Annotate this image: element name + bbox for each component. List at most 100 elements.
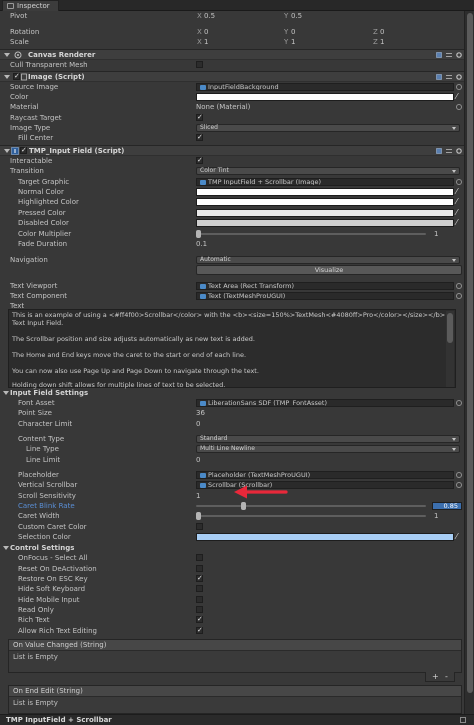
reset-checkbox[interactable] <box>196 565 203 572</box>
object-picker-icon[interactable] <box>456 472 462 478</box>
tab-inspector[interactable]: Inspector <box>2 0 59 11</box>
navigation-dropdown[interactable]: Automatic <box>196 256 460 264</box>
fold-arrow-icon[interactable] <box>4 53 10 57</box>
restore-checkbox[interactable]: ✓ <box>196 575 203 582</box>
read-only-checkbox[interactable] <box>196 606 203 613</box>
text-area-scrollbar[interactable] <box>446 311 454 387</box>
eyedropper-icon[interactable]: ⁄ <box>456 209 464 217</box>
fold-arrow-icon[interactable] <box>3 546 9 550</box>
scroll-sensitivity-value[interactable]: 1 <box>196 491 200 501</box>
caret-width-knob[interactable] <box>196 512 201 520</box>
disabled-color-field[interactable] <box>196 219 454 227</box>
rotation-y-field[interactable]: 0 <box>291 27 295 37</box>
object-picker-icon[interactable] <box>456 179 462 185</box>
fold-arrow-icon[interactable] <box>3 391 9 395</box>
eyedropper-icon[interactable]: ⁄ <box>456 219 464 227</box>
pivot-y-axis[interactable]: Y <box>284 11 288 21</box>
caret-blink-slider[interactable] <box>196 505 426 507</box>
rotation-z-field[interactable]: 0 <box>380 27 384 37</box>
scale-x-axis[interactable]: X <box>197 37 202 47</box>
color-multiplier-knob[interactable] <box>196 230 201 238</box>
fade-duration-value[interactable]: 0.1 <box>196 239 207 249</box>
color-multiplier-value[interactable]: 1 <box>434 229 438 239</box>
text-viewport-field[interactable]: Text Area (Rect Transform) <box>196 282 454 290</box>
selection-color-field[interactable] <box>196 533 454 541</box>
preset-sliders-icon[interactable] <box>446 148 452 154</box>
remove-event-button[interactable]: - <box>445 672 448 681</box>
line-limit-value[interactable]: 0 <box>196 455 200 465</box>
object-picker-icon[interactable] <box>456 104 462 110</box>
hide-soft-checkbox[interactable] <box>196 585 203 592</box>
scale-x-field[interactable]: 1 <box>204 37 208 47</box>
text-area-scroll-thumb[interactable] <box>447 313 453 343</box>
caret-width-value[interactable]: 1 <box>434 511 438 521</box>
help-book-icon[interactable] <box>436 148 442 154</box>
image-type-dropdown[interactable]: Sliced <box>196 124 460 132</box>
rotation-x-field[interactable]: 0 <box>204 27 208 37</box>
caret-blink-knob[interactable] <box>241 502 246 510</box>
gear-icon[interactable] <box>456 52 462 58</box>
line-type-dropdown[interactable]: Multi Line Newline <box>196 445 460 453</box>
fold-arrow-icon[interactable] <box>4 75 10 79</box>
char-limit-value[interactable]: 0 <box>196 419 200 429</box>
pivot-x-axis[interactable]: X <box>197 11 202 21</box>
image-header[interactable]: ✓ Image (Script) <box>0 71 464 82</box>
scale-y-field[interactable]: 1 <box>291 37 295 47</box>
source-image-field[interactable]: InputFieldBackground <box>196 83 454 91</box>
material-value[interactable]: None (Material) <box>196 102 250 112</box>
rotation-y-axis[interactable]: Y <box>284 27 288 37</box>
visualize-button[interactable]: Visualize <box>196 265 462 275</box>
inspector-scroll-thumb[interactable] <box>467 13 473 693</box>
onfocus-checkbox[interactable] <box>196 554 203 561</box>
preview-toggle-icon[interactable] <box>460 717 466 723</box>
gear-icon[interactable] <box>456 74 462 80</box>
help-book-icon[interactable] <box>436 74 442 80</box>
custom-caret-checkbox[interactable] <box>196 523 203 530</box>
eyedropper-icon[interactable]: ⁄ <box>456 533 464 541</box>
rotation-x-axis[interactable]: X <box>197 27 202 37</box>
hide-mobile-checkbox[interactable] <box>196 596 203 603</box>
point-size-value[interactable]: 36 <box>196 408 205 418</box>
placeholder-field[interactable]: Placeholder (TextMeshProUGUI) <box>196 471 454 479</box>
object-picker-icon[interactable] <box>456 482 462 488</box>
gear-icon[interactable] <box>456 148 462 154</box>
allow-rich-checkbox[interactable]: ✓ <box>196 627 203 634</box>
scale-y-axis[interactable]: Y <box>284 37 288 47</box>
preset-sliders-icon[interactable] <box>446 74 452 80</box>
control-settings-section[interactable]: Control Settings <box>0 543 464 553</box>
highlighted-color-field[interactable] <box>196 198 454 206</box>
font-asset-field[interactable]: LiberationSans SDF (TMP_FontAsset) <box>196 399 454 407</box>
raycast-checkbox[interactable]: ✓ <box>196 114 203 121</box>
preview-footer[interactable]: TMP InputField + Scrollbar <box>0 714 474 725</box>
pivot-y-field[interactable]: 0.5 <box>291 11 302 21</box>
object-picker-icon[interactable] <box>456 84 462 90</box>
canvas-renderer-header[interactable]: Canvas Renderer <box>0 49 464 60</box>
pressed-color-field[interactable] <box>196 209 454 217</box>
object-picker-icon[interactable] <box>456 400 462 406</box>
image-enabled-checkbox[interactable]: ✓ <box>13 73 20 80</box>
scale-z-field[interactable]: 1 <box>380 37 384 47</box>
content-type-dropdown[interactable]: Standard <box>196 435 460 443</box>
cull-mesh-checkbox[interactable] <box>196 61 203 68</box>
normal-color-field[interactable] <box>196 188 454 196</box>
tmp-input-enabled-checkbox[interactable]: ✓ <box>20 147 27 154</box>
text-component-field[interactable]: Text (TextMeshProUGUI) <box>196 292 454 300</box>
target-graphic-field[interactable]: TMP InputField + Scrollbar (Image) <box>196 178 454 186</box>
image-color-field[interactable] <box>196 93 454 101</box>
object-picker-icon[interactable] <box>456 293 462 299</box>
interactable-checkbox[interactable]: ✓ <box>196 157 203 164</box>
fold-arrow-icon[interactable] <box>4 149 10 153</box>
eyedropper-icon[interactable]: ⁄ <box>456 198 464 206</box>
fill-center-checkbox[interactable]: ✓ <box>196 134 203 141</box>
rotation-z-axis[interactable]: Z <box>373 27 378 37</box>
color-multiplier-slider[interactable] <box>196 233 426 235</box>
add-event-button[interactable]: + <box>432 672 439 681</box>
tmp-input-header[interactable]: ✓ TMP_Input Field (Script) <box>0 145 464 156</box>
caret-blink-value[interactable]: 0.85 <box>432 502 462 510</box>
object-picker-icon[interactable] <box>456 283 462 289</box>
text-area[interactable]: This is an example of using a <#ff4f00>S… <box>8 309 456 389</box>
help-book-icon[interactable] <box>436 52 442 58</box>
input-settings-section[interactable]: Input Field Settings <box>0 388 464 398</box>
inspector-scrollbar[interactable] <box>464 11 474 714</box>
rich-text-checkbox[interactable]: ✓ <box>196 616 203 623</box>
